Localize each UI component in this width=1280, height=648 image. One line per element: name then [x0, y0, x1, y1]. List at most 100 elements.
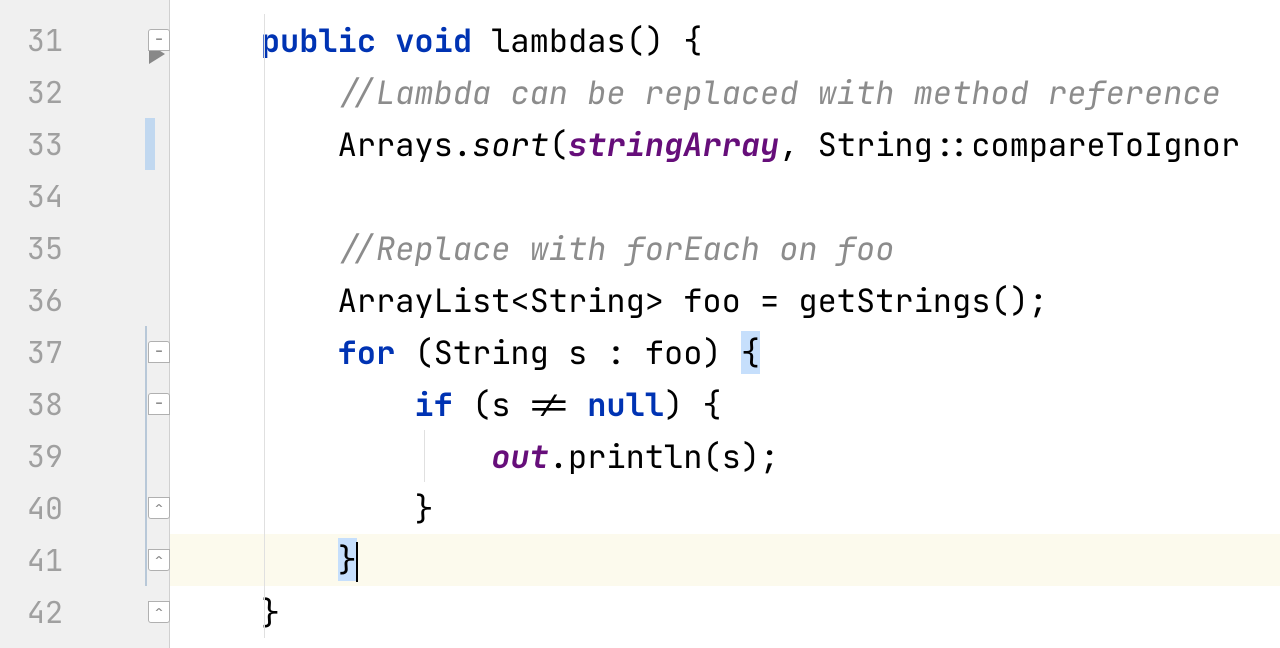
fold-end-icon[interactable]: ⌃ — [148, 497, 170, 519]
gutter-markers — [74, 66, 169, 118]
line-number[interactable]: 35 — [0, 228, 75, 268]
gutter-line: 35 — [0, 222, 169, 274]
fold-end-icon[interactable]: ⌃ — [148, 549, 170, 571]
code-token: null — [587, 383, 664, 426]
code-line[interactable]: //Lambda can be replaced with method ref… — [170, 66, 1280, 118]
code-line[interactable]: Arrays.sort(stringArray, String::compare… — [170, 118, 1280, 170]
code-editor[interactable]: 31 − 32 33 34 35 36 37 − 38 − 39 40 ⌃ 41 ⌃ 42 ⌃ public vo… — [0, 0, 1280, 648]
code-content: ArrayList<String> foo = getStrings(); — [184, 279, 1048, 322]
fold-vertical-line — [145, 430, 147, 482]
line-number[interactable]: 31 — [0, 20, 75, 60]
code-line[interactable]: ArrayList<String> foo = getStrings(); — [170, 274, 1280, 326]
text-cursor — [356, 542, 358, 582]
fold-collapse-icon[interactable]: − — [148, 29, 170, 51]
gutter-markers — [74, 170, 169, 222]
line-number[interactable]: 40 — [0, 488, 75, 528]
gutter-markers — [74, 118, 169, 170]
code-content: } — [184, 591, 280, 634]
fold-collapse-icon[interactable]: − — [148, 341, 170, 363]
code-line[interactable]: public void lambdas() { — [170, 14, 1280, 66]
indent-guide — [424, 430, 425, 482]
code-token: //Replace with forEach on foo — [338, 227, 895, 270]
code-line[interactable] — [170, 170, 1280, 222]
code-line[interactable]: //Replace with forEach on foo — [170, 222, 1280, 274]
code-token: (String s : foo) — [395, 331, 741, 374]
code-token: Arrays. — [338, 123, 472, 166]
line-number[interactable]: 38 — [0, 384, 75, 424]
indent-guide — [264, 66, 265, 118]
gutter-line: 37 − — [0, 326, 169, 378]
gutter-markers — [74, 430, 169, 482]
code-token: if — [414, 383, 452, 426]
code-token: , String::compareToIgnor — [779, 123, 1240, 166]
code-content: public void lambdas() { — [184, 19, 702, 62]
code-content: out.println(s); — [184, 435, 779, 478]
fold-end-icon[interactable]: ⌃ — [148, 601, 170, 623]
code-token: ) { — [664, 383, 722, 426]
indent-guide — [264, 378, 265, 430]
line-number[interactable]: 33 — [0, 124, 75, 164]
indent — [184, 487, 414, 530]
gutter-markers: ⌃ — [74, 482, 169, 534]
indent-guide — [264, 118, 265, 170]
code-token: public — [261, 19, 376, 62]
code-line[interactable]: out.println(s); — [170, 430, 1280, 482]
code-token — [472, 19, 491, 62]
gutter-markers: − — [74, 14, 169, 66]
indent-guide — [264, 482, 265, 534]
code-token: (s != — [453, 383, 587, 426]
code-line[interactable]: for (String s : foo) { — [170, 326, 1280, 378]
code-content: } — [184, 538, 358, 582]
code-token: ArrayList<String> foo = getStrings(); — [338, 279, 1048, 322]
indent — [184, 435, 491, 478]
code-token: } — [338, 538, 357, 581]
code-area[interactable]: public void lambdas() { //Lambda can be … — [170, 0, 1280, 648]
gutter-line: 41 ⌃ — [0, 534, 169, 586]
gutter-markers: ⌃ — [74, 586, 169, 638]
gutter-line: 36 — [0, 274, 169, 326]
line-number[interactable]: 34 — [0, 176, 75, 216]
gutter-markers — [74, 274, 169, 326]
gutter-markers — [74, 222, 169, 274]
code-token: ( — [549, 123, 568, 166]
code-token: sort — [472, 123, 549, 166]
line-number[interactable]: 37 — [0, 332, 75, 372]
code-line[interactable]: } — [170, 586, 1280, 638]
gutter-line: 34 — [0, 170, 169, 222]
line-number[interactable]: 32 — [0, 72, 75, 112]
indent-guide — [264, 14, 265, 66]
code-line[interactable]: } — [170, 534, 1280, 586]
indent — [184, 591, 261, 634]
indent-guide — [264, 326, 265, 378]
line-number[interactable]: 36 — [0, 280, 75, 320]
indent-guide — [264, 430, 265, 482]
line-number[interactable]: 39 — [0, 436, 75, 476]
code-token — [376, 19, 395, 62]
indent-guide — [264, 170, 265, 222]
line-number[interactable]: 41 — [0, 540, 75, 580]
fold-collapse-icon[interactable]: − — [148, 393, 170, 415]
gutter-line: 32 — [0, 66, 169, 118]
fold-vertical-line — [145, 326, 147, 378]
gutter-line: 33 — [0, 118, 169, 170]
indent-guide — [264, 222, 265, 274]
code-token: for — [338, 331, 396, 374]
gutter-line: 31 − — [0, 14, 169, 66]
indent — [184, 19, 261, 62]
vcs-change-marker[interactable] — [145, 118, 155, 170]
indent — [184, 331, 338, 374]
gutter-line: 38 − — [0, 378, 169, 430]
code-token: () { — [626, 19, 703, 62]
indent — [184, 383, 414, 426]
fold-vertical-line — [145, 482, 147, 534]
line-number[interactable]: 42 — [0, 592, 75, 632]
indent — [184, 538, 338, 581]
code-token: } — [414, 487, 433, 530]
code-line[interactable]: if (s != null) { — [170, 378, 1280, 430]
code-line[interactable]: } — [170, 482, 1280, 534]
code-token: void — [395, 19, 472, 62]
gutter-markers: − — [74, 378, 169, 430]
code-content: //Lambda can be replaced with method ref… — [184, 71, 1221, 114]
code-token: //Lambda can be replaced with method ref… — [338, 71, 1221, 114]
indent — [184, 227, 338, 270]
